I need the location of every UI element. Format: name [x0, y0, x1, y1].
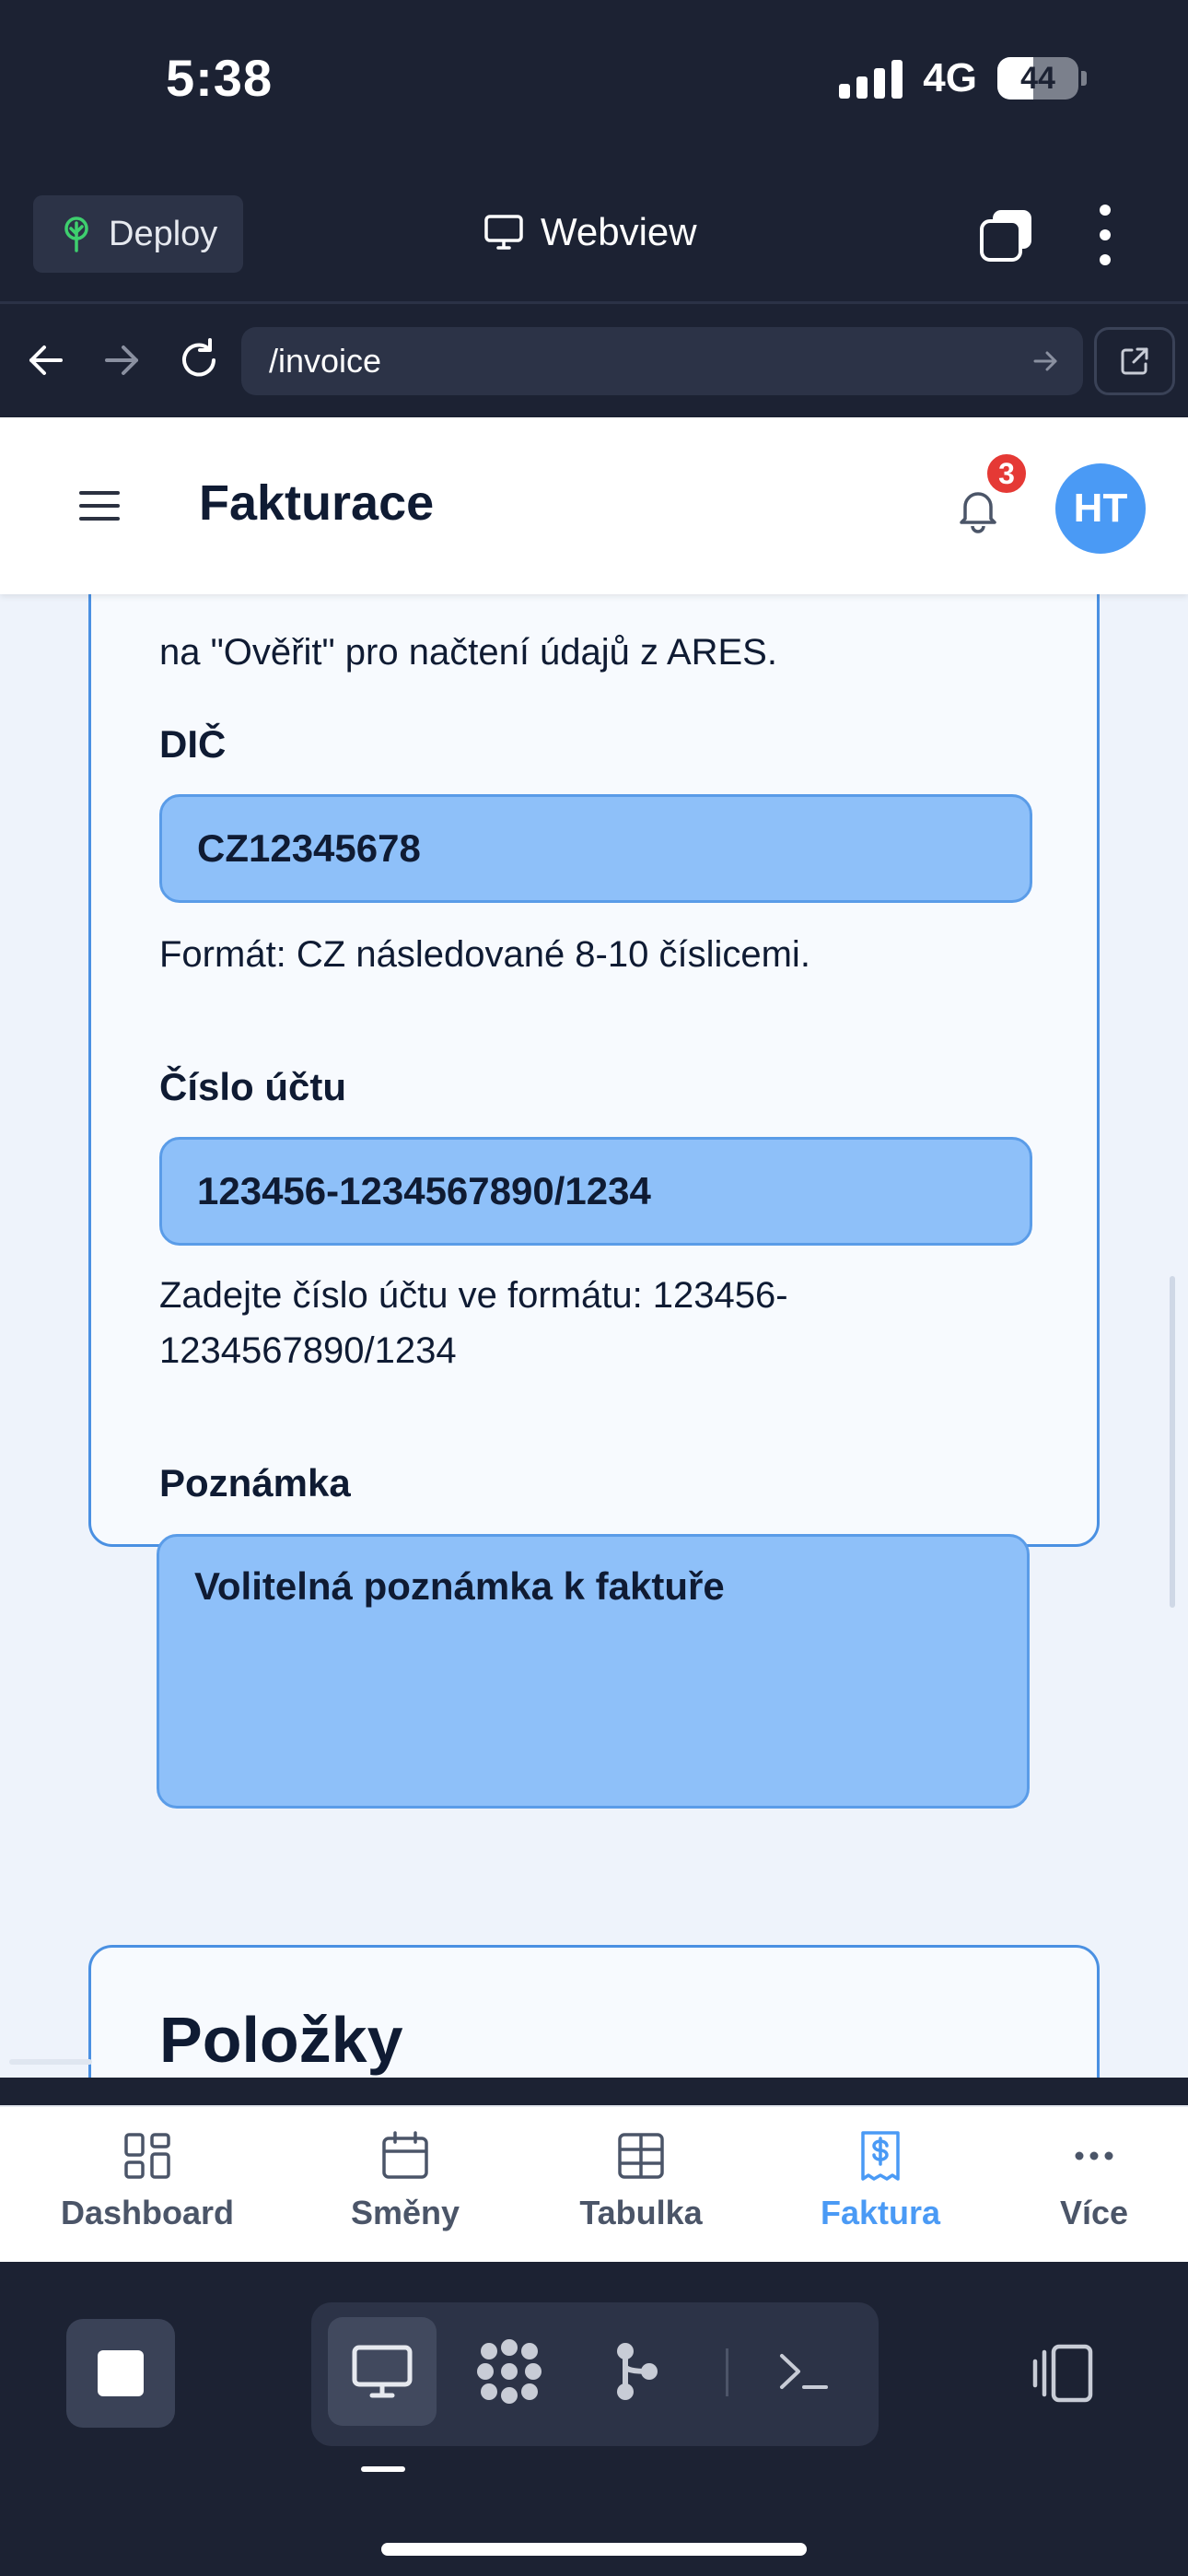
monitor-icon — [484, 215, 523, 250]
dic-input[interactable]: CZ12345678 — [159, 794, 1032, 903]
battery-icon: 44 — [997, 57, 1087, 100]
console-view-button[interactable] — [750, 2317, 858, 2426]
deploy-button[interactable]: Deploy — [33, 195, 243, 273]
main-content[interactable]: na "Ověřit" pro načtení údajů z ARES. DI… — [0, 594, 1188, 2078]
more-horizontal-icon — [1075, 2151, 1113, 2160]
external-link-icon — [1121, 347, 1148, 375]
open-external-button[interactable] — [1094, 327, 1175, 395]
account-label: Číslo účtu — [159, 1065, 347, 1108]
status-time: 5:38 — [166, 49, 274, 107]
dev-toolbar — [0, 2262, 1188, 2576]
account-input[interactable]: 123456-1234567890/1234 — [159, 1137, 1032, 1246]
home-indicator[interactable] — [381, 2543, 807, 2556]
signal-icon — [839, 58, 903, 99]
menu-icon[interactable] — [79, 491, 120, 521]
tab-dashboard-label: Dashboard — [60, 2194, 235, 2231]
ares-hint: na "Ověřit" pro načtení údajů z ARES. — [159, 632, 777, 673]
branch-icon — [617, 2343, 658, 2400]
note-textarea[interactable]: Volitelná poznámka k faktuře — [157, 1534, 1030, 1809]
url-bar: /invoice — [0, 307, 1188, 417]
stop-button[interactable] — [66, 2319, 175, 2428]
webview-title: Webview — [483, 210, 697, 254]
separator — [726, 2348, 728, 2396]
account-value: 123456-1234567890/1234 — [197, 1169, 651, 1212]
supplier-form-card: na "Ověřit" pro načtení údajů z ARES. DI… — [88, 594, 1100, 1547]
tab-tabulka-label: Tabulka — [579, 2194, 703, 2231]
tab-smeny[interactable]: Směny — [295, 2129, 516, 2232]
app-header: Fakturace 3 HT — [0, 417, 1188, 594]
terminal-icon — [780, 2354, 828, 2389]
grid-dots-icon — [477, 2339, 542, 2404]
invoice-icon — [861, 2131, 900, 2181]
url-text: /invoice — [269, 342, 382, 380]
webview-toolbar: Deploy Webview — [0, 175, 1188, 304]
tab-faktura-label: Faktura — [820, 2194, 941, 2231]
tab-faktura[interactable]: Faktura — [770, 2129, 991, 2232]
status-indicators: 4G 44 — [839, 55, 1087, 101]
tab-dashboard[interactable]: Dashboard — [37, 2129, 258, 2232]
rotate-device-icon[interactable] — [1031, 2341, 1100, 2406]
account-hint-line2: 1234567890/1234 — [159, 1330, 457, 1371]
notification-badge: 3 — [984, 451, 1030, 497]
page-title: Fakturace — [199, 475, 435, 531]
dev-view-switcher — [311, 2302, 879, 2446]
tabs-icon[interactable] — [978, 206, 1035, 263]
forward-icon[interactable] — [94, 333, 149, 388]
webview-title-label: Webview — [541, 210, 697, 253]
branch-view-button[interactable] — [582, 2317, 691, 2426]
deploy-label: Deploy — [109, 214, 218, 253]
tab-vice-label: Více — [1059, 2194, 1129, 2231]
dic-value: CZ12345678 — [197, 826, 421, 870]
account-hint-line1: Zadejte číslo účtu ve formátu: 123456- — [159, 1275, 788, 1316]
preview-view-button[interactable] — [328, 2317, 437, 2426]
tab-vice[interactable]: Více — [984, 2129, 1188, 2232]
dashboard-icon — [124, 2133, 170, 2179]
monitor-icon — [352, 2345, 413, 2398]
tab-tabulka[interactable]: Tabulka — [530, 2129, 751, 2232]
network-type: 4G — [923, 55, 977, 100]
status-bar: 5:38 4G 44 — [0, 0, 1188, 175]
battery-level: 44 — [1020, 60, 1055, 96]
tab-smeny-label: Směny — [350, 2194, 460, 2231]
url-input[interactable]: /invoice — [241, 327, 1083, 395]
table-icon — [618, 2133, 664, 2179]
vertical-scrollbar[interactable] — [1170, 1276, 1175, 1608]
back-icon[interactable] — [18, 333, 74, 388]
note-label: Poznámka — [159, 1461, 351, 1505]
workflow-view-button[interactable] — [455, 2317, 564, 2426]
deploy-icon — [64, 217, 88, 252]
horizontal-scrollbar[interactable] — [9, 2059, 92, 2065]
bottom-tab-bar: Dashboard Směny Tabulka Faktura Více — [0, 2105, 1188, 2262]
items-card: Položky — [88, 1945, 1100, 2078]
dic-label: DIČ — [159, 722, 227, 766]
reload-icon[interactable] — [171, 333, 227, 388]
stop-icon — [98, 2350, 144, 2396]
note-placeholder: Volitelná poznámka k faktuře — [194, 1564, 725, 1608]
avatar[interactable]: HT — [1055, 463, 1146, 554]
active-indicator — [361, 2466, 405, 2472]
items-title: Položky — [159, 2004, 403, 2076]
go-arrow-icon[interactable] — [1030, 345, 1061, 377]
calendar-icon — [382, 2131, 428, 2179]
dic-hint: Formát: CZ následované 8-10 číslicemi. — [159, 934, 810, 975]
more-vertical-icon[interactable] — [1094, 205, 1116, 265]
